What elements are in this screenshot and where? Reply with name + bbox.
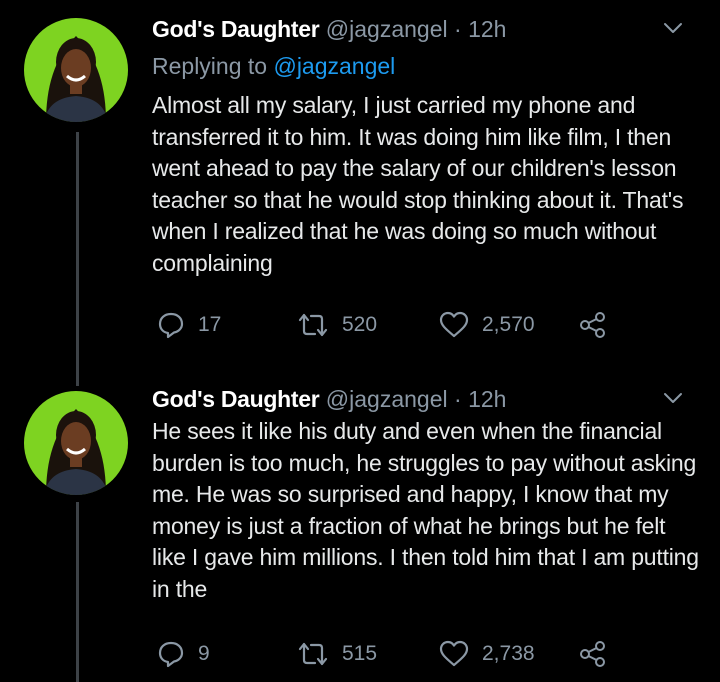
share-button[interactable] bbox=[578, 636, 608, 672]
reply-icon bbox=[158, 312, 184, 339]
heart-icon bbox=[439, 640, 469, 667]
separator-dot: · bbox=[454, 16, 462, 42]
chevron-down-icon[interactable] bbox=[662, 20, 684, 36]
display-name[interactable]: God's Daughter bbox=[152, 386, 320, 412]
timestamp[interactable]: 12h bbox=[468, 16, 506, 42]
replying-to-link[interactable]: @jagzangel bbox=[273, 53, 395, 79]
chevron-down-icon[interactable] bbox=[662, 390, 684, 406]
replying-to-label: Replying to bbox=[152, 53, 274, 79]
reply-button[interactable]: 9 bbox=[156, 636, 210, 672]
tweet-header: God's Daughter @jagzangel · 12h bbox=[152, 384, 696, 414]
reply-button[interactable]: 17 bbox=[156, 307, 221, 343]
like-count: 2,570 bbox=[482, 313, 535, 336]
avatar-image bbox=[24, 391, 128, 495]
like-button[interactable]: 2,738 bbox=[438, 636, 535, 672]
avatar[interactable] bbox=[24, 391, 128, 495]
reply-icon bbox=[158, 641, 184, 668]
like-count: 2,738 bbox=[482, 642, 535, 665]
retweet-icon bbox=[298, 642, 328, 666]
like-button[interactable]: 2,570 bbox=[438, 307, 535, 343]
retweet-button[interactable]: 520 bbox=[296, 307, 377, 343]
tweet-text: Almost all my salary, I just carried my … bbox=[152, 92, 684, 276]
retweet-button[interactable]: 515 bbox=[296, 636, 377, 672]
avatar[interactable] bbox=[24, 18, 128, 122]
timestamp[interactable]: 12h bbox=[468, 386, 506, 412]
share-button[interactable] bbox=[578, 307, 608, 343]
share-icon bbox=[580, 312, 605, 338]
share-icon bbox=[580, 641, 605, 667]
thread-line bbox=[76, 132, 79, 386]
action-bar: 17 520 2,570 bbox=[150, 307, 670, 343]
retweet-count: 520 bbox=[342, 313, 378, 336]
tweet[interactable]: God's Daughter @jagzangel · 12h He sees … bbox=[0, 378, 720, 682]
separator-dot: · bbox=[454, 386, 462, 412]
heart-icon bbox=[439, 311, 469, 338]
display-name[interactable]: God's Daughter bbox=[152, 16, 320, 42]
avatar-image bbox=[24, 18, 128, 122]
tweet[interactable]: God's Daughter @jagzangel · 12h Replying… bbox=[0, 0, 720, 386]
action-bar: 9 515 2,738 bbox=[150, 636, 670, 672]
retweet-count: 515 bbox=[342, 642, 378, 665]
replying-to: Replying to @jagzangel bbox=[152, 50, 395, 82]
user-handle[interactable]: @jagzangel bbox=[326, 386, 448, 412]
tweet-text: He sees it like his duty and even when t… bbox=[152, 418, 699, 602]
retweet-icon bbox=[298, 313, 328, 337]
thread-line bbox=[76, 502, 79, 682]
tweet-header: God's Daughter @jagzangel · 12h bbox=[152, 14, 696, 44]
reply-count: 9 bbox=[198, 642, 210, 665]
user-handle[interactable]: @jagzangel bbox=[326, 16, 448, 42]
reply-count: 17 bbox=[198, 313, 222, 336]
